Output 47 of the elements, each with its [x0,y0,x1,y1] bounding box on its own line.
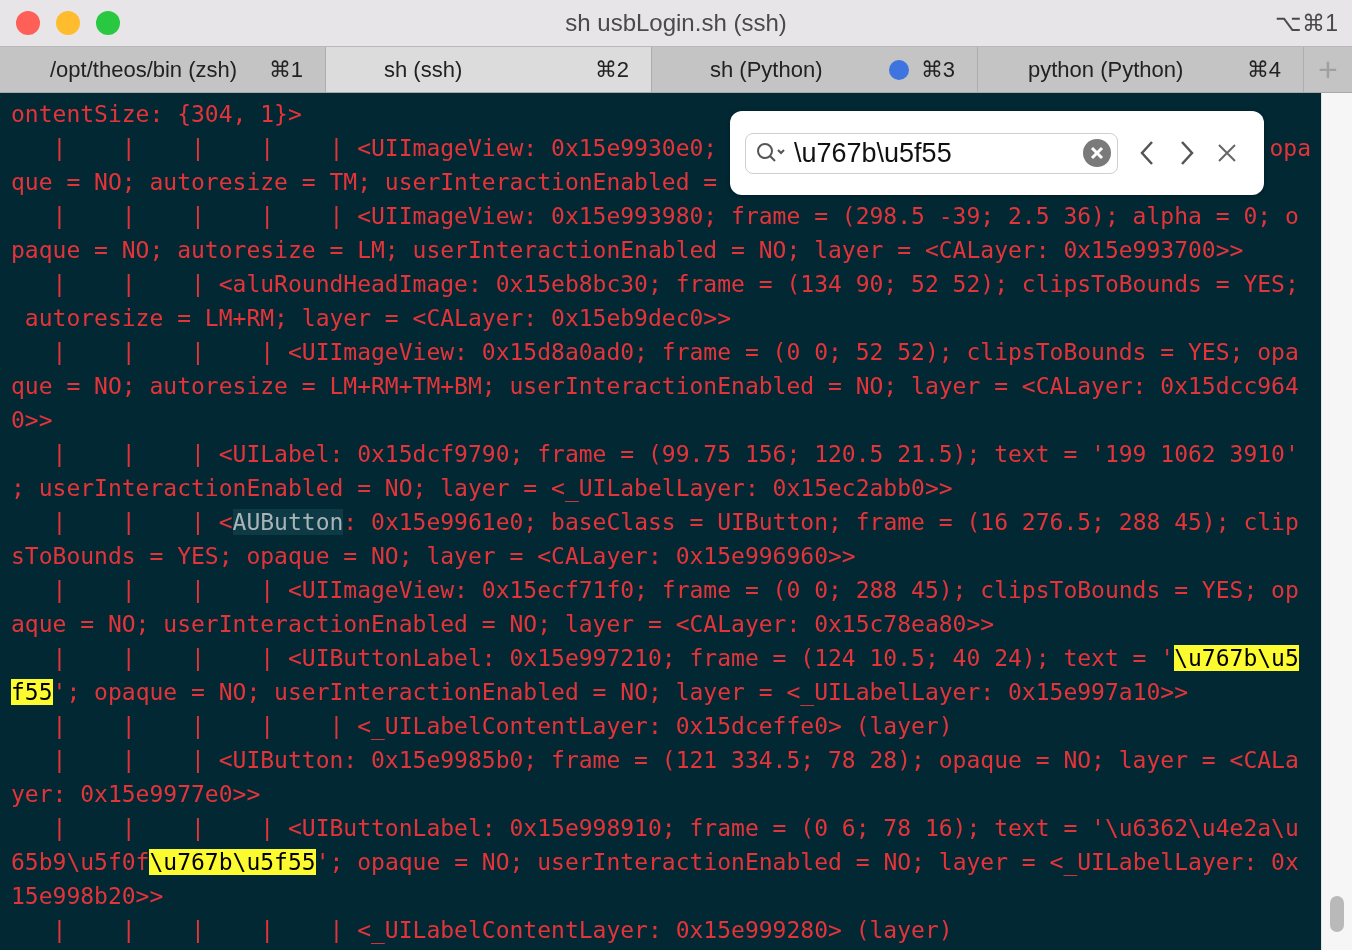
scrollbar[interactable] [1321,93,1352,950]
tab-shortcut: ⌘4 [1246,56,1281,83]
tab-label: sh (ssh) [384,56,464,83]
terminal-line: que = NO; autoresize = LM+RM+TM+BM; userInteractionEnabled = NO; layer = <CALayer: 0x15dcc964 [11,372,1299,401]
tab[interactable]: python (Python) ⌘4 [978,47,1304,92]
terminal-line: que = NO; autoresize = TM; userInteractionEnabled = [11,168,718,197]
tab-label: /opt/theos/bin (zsh) [50,56,239,83]
clear-icon[interactable] [1083,139,1111,167]
close-icon[interactable] [16,11,40,35]
tab-shortcut: ⌘3 [920,56,955,83]
terminal-line: | | | | <UIButtonLabel: 0x15e998910; frame = (0 6; 78 16); text = '\u6362\u4e2a\u [51,814,1299,843]
terminal-line: yer: 0x15e9977e0>> [11,780,261,809]
terminal-line: | | | | | <_UILabelContentLayer: 0x15dceffe0> (layer) [51,712,953,742]
search-input[interactable]: \u767b\u5f55 [792,136,1077,170]
terminal-line: | | | <AUButton: 0x15e9961e0; baseClass = UIButton; frame = (16 276.5; 288 45); clip [51,508,1299,537]
terminal-line: | | | | <UIButtonLabel: 0x15e997210; frame = (124 10.5; 40 24); text = '\u767b\u5 [51,644,1299,673]
terminal-line: 65b9\u5f0f\u767b\u5f55'; opaque = NO; userInteractionEnabled = NO; layer = <_UILabelLayer: 0x [11,848,1299,878]
terminal-line: | | | <aluRoundHeadImage: 0x15eb8bc30; frame = (134 90; 52 52); clipsToBounds = YES; [51,270,1299,299]
terminal-line: aque = NO; userInteractionEnabled = NO; layer = <CALayer: 0x15c78ea80>> [11,610,995,639]
terminal-line: autoresize = LM+RM; layer = <CALayer: 0x15eb9dec0>> [23,304,732,333]
tab[interactable]: sh (ssh) ⌘2 [326,47,652,92]
terminal-line: ; userInteractionEnabled = NO; layer = <_UILabelLayer: 0x15ec2abb0>> [11,474,953,504]
terminal-line: | | | | | <UIImageView: 0x15e9930e0; [51,134,718,163]
tab-shortcut: ⌘1 [268,56,303,83]
search-icon[interactable] [756,142,786,164]
terminal-line: sToBounds = YES; opaque = NO; layer = <CALayer: 0x15e996960>> [11,542,856,571]
tab-shortcut: ⌘2 [594,56,629,83]
tab[interactable]: sh (Python) ⌘3 [652,47,978,92]
scrollbar-thumb[interactable] [1330,896,1344,932]
terminal-line: paque = NO; autoresize = LM; userInteractionEnabled = NO; layer = <CALayer: 0x15e993700>> [11,236,1244,265]
search-box[interactable]: \u767b\u5f55 [745,132,1118,174]
window-title: sh usbLogin.sh (ssh) [565,9,787,37]
terminal-line: | | | <UILabel: 0x15dcf9790; frame = (99.75 156; 120.5 21.5); text = '199 1062 3910' [51,440,1299,469]
close-icon[interactable] [1216,142,1238,164]
terminal-line: 0>> [11,406,53,435]
terminal-line: f55'; opaque = NO; userInteractionEnabled = NO; layer = <_UILabelLayer: 0x15e997a10>> [11,678,1188,708]
tab-label: sh (Python) [710,56,824,83]
terminal-line: | | | | <UIImageView: 0x15ecf71f0; frame = (0 0; 288 45); clipsToBounds = YES; op [51,576,1299,605]
terminal-line: | | | | <UIImageView: 0x15d8a0ad0; frame = (0 0; 52 52); clipsToBounds = YES; opa [51,338,1299,367]
terminal-line: | | | <UIButton: 0x15e9985b0; frame = (121 334.5; 78 28); opaque = NO; layer = <CALa [51,746,1299,775]
window-shortcut: ⌥⌘1 [1275,9,1338,37]
terminal-line: 15e998b20>> [11,882,164,911]
tab-label: python (Python) [1028,56,1185,83]
terminal-line: | | | | | <UIImageView: 0x15e993980; frame = (298.5 -39; 2.5 36); alpha = 0; o [51,202,1299,231]
terminal-line: ontentSize: {304, 1}> [11,100,302,129]
terminal-line: | | | | | <_UILabelContentLayer: 0x15e999280> (layer) [51,916,953,946]
terminal-line: opa [1269,134,1311,163]
